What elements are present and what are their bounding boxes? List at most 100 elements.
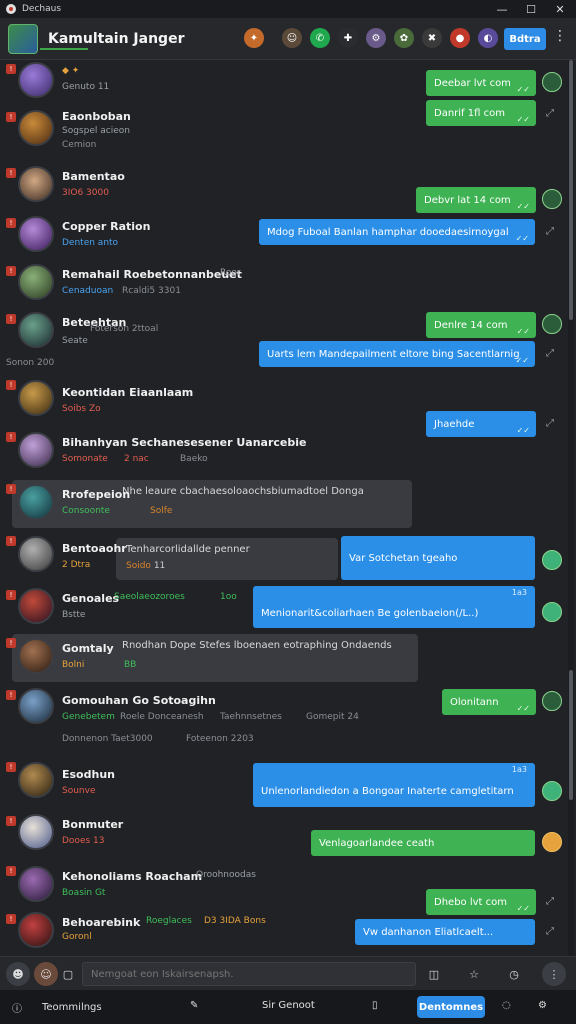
message-text: Mdog Fuboal Banlan hamphar dooedaesirnoy… bbox=[267, 226, 509, 238]
contact-avatar[interactable] bbox=[18, 762, 54, 798]
group-avatar[interactable] bbox=[8, 23, 38, 54]
gamepad-icon[interactable]: ⚙ bbox=[366, 28, 386, 48]
dragon-icon[interactable]: ✖ bbox=[422, 28, 442, 48]
contact-avatar[interactable] bbox=[18, 588, 54, 624]
edit-icon[interactable]: ✎ bbox=[190, 1000, 198, 1011]
contact-row[interactable]: ! Remahail Roebetonnanbeuet Roor Cenaduo… bbox=[0, 262, 566, 310]
sent-message-bubble[interactable]: Deebar lvt com ✓✓ bbox=[426, 70, 536, 96]
contact-sub: Genuto 11 bbox=[62, 82, 110, 92]
emoji-icon[interactable]: ☻ bbox=[6, 962, 30, 986]
contact-avatar[interactable] bbox=[18, 62, 54, 98]
close-button[interactable]: ✕ bbox=[546, 0, 574, 18]
user-avatar[interactable]: ☺ bbox=[34, 962, 58, 986]
sticker-icon[interactable]: ◫ bbox=[422, 962, 446, 986]
bonfire-icon[interactable]: ✦ bbox=[244, 28, 264, 48]
sent-message-bubble[interactable]: 1a3 Menionarit&coliarhaen Be golenbaeion… bbox=[253, 586, 535, 628]
contact-avatar[interactable] bbox=[18, 110, 54, 146]
contact-sub: Bolni bbox=[62, 660, 85, 670]
delivered-icon: ⤢ bbox=[546, 348, 554, 359]
title-underline bbox=[40, 48, 88, 50]
contact-avatar[interactable] bbox=[18, 912, 54, 948]
contact-avatar[interactable] bbox=[18, 216, 54, 252]
contact-meta: Boasin Gt bbox=[62, 888, 106, 898]
book-icon[interactable]: ▯ bbox=[372, 1000, 378, 1011]
sender-mini-avatar[interactable] bbox=[542, 691, 562, 711]
contact-row[interactable]: ! Eaonboban Sogspel acieon Cemion bbox=[0, 108, 566, 164]
puzzle-icon[interactable]: ✿ bbox=[394, 28, 414, 48]
star-icon[interactable]: ☆ bbox=[462, 962, 486, 986]
message-timestamp: 1a3 bbox=[511, 765, 527, 774]
sent-message-bubble[interactable]: Debvr lat 14 com ✓✓ bbox=[416, 187, 536, 213]
contact-name: Gomtaly bbox=[62, 642, 114, 655]
contact-extra: Roeglaces bbox=[146, 916, 192, 926]
unread-badge-icon: ! bbox=[6, 914, 16, 924]
chat-icon[interactable]: ◌ bbox=[502, 1000, 511, 1011]
minimize-button[interactable]: — bbox=[488, 0, 516, 18]
sent-message-bubble[interactable]: 1a3 Unlenorlandiedon a Bongoar Inaterte … bbox=[253, 763, 535, 807]
contact-avatar[interactable] bbox=[18, 264, 54, 300]
read-check-icon: ✓✓ bbox=[516, 202, 530, 211]
sent-message-bubble[interactable]: Denlre 14 com ✓✓ bbox=[426, 312, 536, 338]
sender-mini-avatar[interactable] bbox=[542, 781, 562, 801]
bottom-toolbar: ⓘ Teommilngs ✎ Sir Genoot ▯ Dentomnes ◌ … bbox=[0, 990, 576, 1024]
sender-mini-avatar[interactable] bbox=[542, 832, 562, 852]
more-icon[interactable]: ⋮ bbox=[542, 962, 566, 986]
unread-badge-icon: ! bbox=[6, 314, 16, 324]
contact-avatar[interactable] bbox=[18, 380, 54, 416]
contact-name: Gomouhan Go Sotoagihn bbox=[62, 694, 216, 707]
help-item[interactable]: ⓘ Teommilngs bbox=[12, 1000, 102, 1015]
delivered-icon: ⤢ bbox=[546, 226, 554, 237]
contact-meta: 2 nac bbox=[124, 454, 149, 464]
contact-extra2: D3 3IDA Bons bbox=[204, 916, 266, 926]
contact-avatar[interactable] bbox=[18, 536, 54, 572]
sent-message-bubble[interactable]: Var Sotchetan tgeaho bbox=[341, 536, 535, 580]
contact-avatar[interactable] bbox=[18, 312, 54, 348]
contact-avatar[interactable] bbox=[18, 814, 54, 850]
contact-avatar[interactable] bbox=[18, 866, 54, 902]
contact-avatar[interactable] bbox=[18, 484, 54, 520]
sender-mini-avatar[interactable] bbox=[542, 72, 562, 92]
sent-message-bubble[interactable]: Vw danhanon Eliatlcaelt... bbox=[355, 919, 535, 945]
clock-icon[interactable]: ◷ bbox=[502, 962, 526, 986]
bottom-primary-button[interactable]: Dentomnes bbox=[417, 996, 485, 1018]
contact-row[interactable]: ! Rrofepeion Consoonte Solfe bbox=[0, 480, 566, 532]
more-options-icon[interactable]: ⋮ bbox=[552, 28, 568, 50]
contact-extra2: Gomepit 24 bbox=[306, 712, 359, 722]
globe-icon[interactable]: ● bbox=[450, 28, 470, 48]
maximize-button[interactable]: ☐ bbox=[517, 0, 545, 18]
sent-message-bubble[interactable]: 1s3 Venlagoarlandee ceath bbox=[311, 830, 535, 856]
header-primary-button[interactable]: Bdtra bbox=[504, 28, 546, 50]
sender-mini-avatar[interactable] bbox=[542, 189, 562, 209]
center-item[interactable]: Sir Genoot bbox=[262, 1000, 315, 1011]
contact-name: Bentoaohr bbox=[62, 542, 127, 555]
contact-sub: Sounve bbox=[62, 786, 96, 796]
contact-status-icons: ◆ ✦ bbox=[62, 66, 80, 76]
sender-mini-avatar[interactable] bbox=[542, 314, 562, 334]
scrollbar-thumb[interactable] bbox=[569, 670, 573, 800]
contact-name: Eaonboban bbox=[62, 110, 131, 123]
whatsapp-icon[interactable]: ✆ bbox=[310, 28, 330, 48]
message-feed[interactable]: ! ◆ ✦ Genuto 11 Deebar lvt com ✓✓ Danrif … bbox=[0, 60, 576, 956]
contact-row[interactable]: ! Bihanhyan Sechanesesener Uanarcebie So… bbox=[0, 428, 566, 480]
attach-icon[interactable]: ▢ bbox=[56, 962, 80, 986]
pin-icon[interactable]: ✚ bbox=[338, 28, 358, 48]
sent-message-bubble[interactable]: Olonitann ✓✓ bbox=[442, 689, 536, 715]
scrollbar-thumb[interactable] bbox=[569, 60, 573, 320]
planet-icon[interactable]: ◐ bbox=[478, 28, 498, 48]
contact-avatar[interactable] bbox=[18, 166, 54, 202]
avatar-icon[interactable]: ☺ bbox=[282, 28, 302, 48]
sender-mini-avatar[interactable] bbox=[542, 602, 562, 622]
sent-message-bubble[interactable]: Mdog Fuboal Banlan hamphar dooedaesirnoy… bbox=[259, 219, 535, 245]
app-logo-icon bbox=[6, 4, 16, 14]
contact-avatar[interactable] bbox=[18, 432, 54, 468]
sent-message-bubble[interactable]: Uarts lem Mandepailment eltore bing Sace… bbox=[259, 341, 535, 367]
message-input[interactable] bbox=[82, 962, 416, 986]
contact-sub: 2 Dtra bbox=[62, 560, 91, 570]
contact-extra: Saeolaeozoroes bbox=[114, 592, 185, 602]
contact-avatar[interactable] bbox=[18, 638, 54, 674]
message-text: Uarts lem Mandepailment eltore bing Sace… bbox=[267, 348, 520, 360]
contact-avatar[interactable] bbox=[18, 688, 54, 724]
contact-row[interactable]: ! Gomtaly Bolni BB bbox=[0, 634, 566, 686]
settings-icon[interactable]: ⚙ bbox=[538, 1000, 547, 1011]
sender-mini-avatar[interactable] bbox=[542, 550, 562, 570]
